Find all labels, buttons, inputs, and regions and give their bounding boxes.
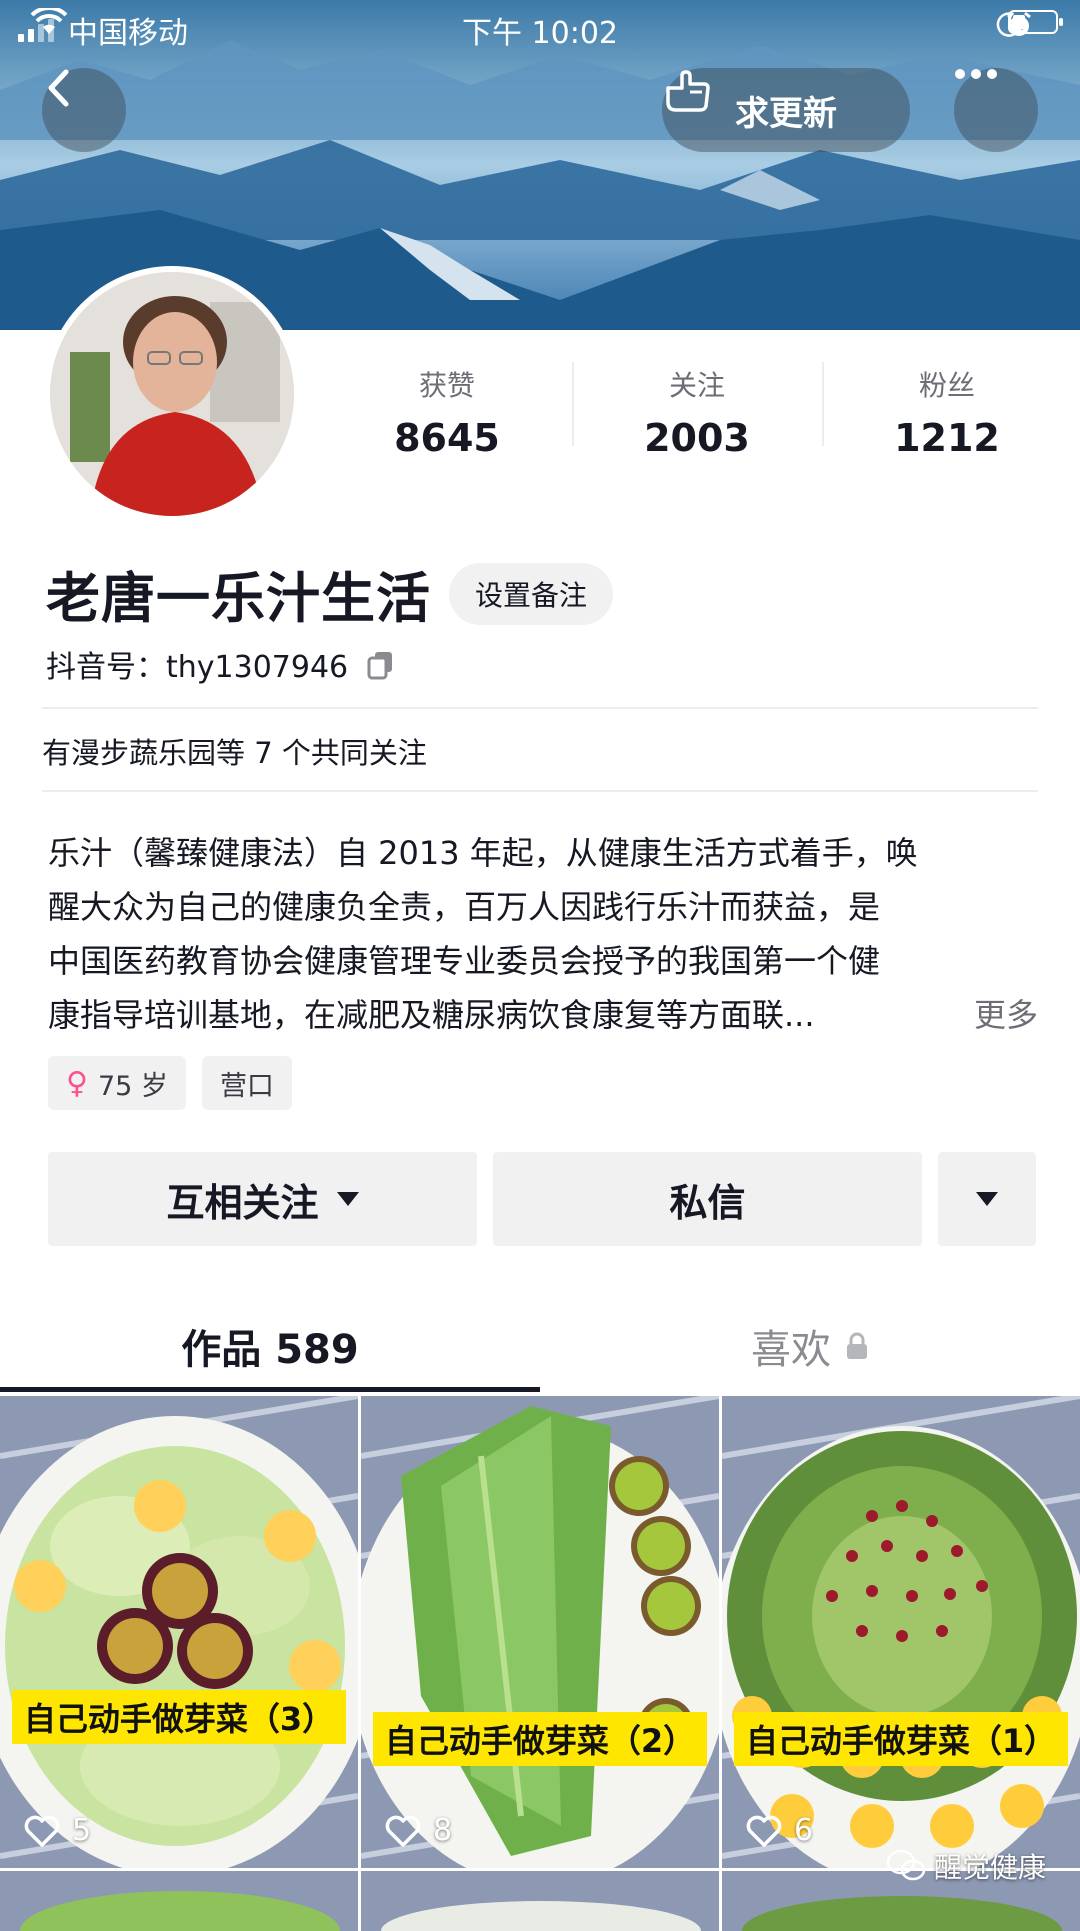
action-buttons: 互相关注 私信 (48, 1152, 1036, 1246)
age-label: 75 岁 (97, 1070, 168, 1102)
name-row: 老唐一乐汁生活 设置备注 (46, 554, 614, 633)
mutual-follow-label: 互相关注 (166, 1180, 319, 1225)
heart-icon (746, 1815, 782, 1847)
video-thumbnail-image (361, 1871, 719, 1931)
stat-followers-value: 1212 (894, 416, 1000, 460)
more-actions-button[interactable] (938, 1152, 1036, 1246)
bio-line: 醒大众为自己的健康负全责，百万人因践行乐汁而获益，是 (48, 888, 881, 926)
set-remark-button[interactable]: 设置备注 (449, 562, 614, 625)
active-tab-indicator (0, 1387, 540, 1392)
bio-line-last: 康指导培训基地，在减肥及糖尿病饮食康复等方面联... 更多 (48, 988, 1038, 1042)
avatar[interactable] (44, 266, 300, 522)
avatar-photo (50, 272, 294, 516)
stat-likes-label: 获赞 (418, 369, 475, 402)
video-likes-count: 8 (433, 1813, 453, 1848)
stat-followers-label: 粉丝 (918, 369, 975, 402)
stat-following-value: 2003 (644, 416, 750, 460)
bio-more-link[interactable]: 更多 (974, 988, 1038, 1042)
tab-works[interactable]: 作品 589 (0, 1300, 540, 1392)
video-thumbnail-image (0, 1871, 358, 1931)
female-icon: ♀ (66, 1065, 88, 1101)
video-thumbnail[interactable]: 自己动手做芽菜（1） 6 (722, 1396, 1080, 1868)
wechat-icon (886, 1849, 926, 1881)
location-tag: 营口 (201, 1056, 292, 1110)
stat-followers[interactable]: 粉丝 1212 (822, 360, 1072, 460)
mutual-follow-button[interactable]: 互相关注 (48, 1152, 477, 1246)
video-caption-text: 自己动手做芽菜（2） (372, 1712, 708, 1766)
video-thumbnail[interactable] (0, 1871, 358, 1931)
heart-icon (24, 1815, 60, 1847)
stat-following-label: 关注 (668, 369, 725, 402)
stat-following[interactable]: 关注 2003 (572, 360, 822, 460)
battery-icon (1008, 10, 1063, 34)
tab-works-label: 作品 589 (181, 1327, 359, 1373)
message-button[interactable]: 私信 (493, 1152, 922, 1246)
lock-icon (847, 1332, 867, 1359)
video-caption: 自己动手做芽菜（3） (0, 1690, 358, 1744)
video-likes: 5 (24, 1813, 91, 1848)
video-caption: 自己动手做芽菜（2） (361, 1712, 719, 1766)
pointing-hand-icon (666, 70, 710, 112)
video-likes: 8 (385, 1813, 452, 1848)
age-tag: ♀ 75 岁 (48, 1056, 186, 1110)
heart-icon (385, 1815, 421, 1847)
tab-likes-label: 喜欢 (751, 1327, 831, 1373)
douyin-id: 抖音号：thy1307946 (46, 650, 349, 685)
message-label: 私信 (669, 1180, 746, 1225)
divider (42, 707, 1038, 709)
stat-likes-value: 8645 (394, 416, 500, 460)
person-portrait-icon (50, 272, 294, 516)
lettuce-plate-image (0, 1396, 358, 1868)
copy-icon[interactable] (364, 647, 398, 681)
location-label: 营口 (219, 1070, 274, 1102)
video-thumbnail[interactable] (361, 1871, 719, 1931)
bio: 乐汁（馨臻健康法）自 2013 年起，从健康生活方式着手，唤 醒大众为自己的健康… (48, 826, 1038, 1042)
video-caption: 自己动手做芽菜（1） (722, 1712, 1080, 1766)
dropdown-arrow-icon (336, 1192, 359, 1206)
request-update-label: 求更新 (735, 93, 837, 134)
status-bar: 中国移动 下午 10:02 (0, 0, 1080, 54)
tab-likes[interactable]: 喜欢 (540, 1300, 1080, 1392)
douyin-id-row: 抖音号：thy1307946 (46, 642, 398, 686)
video-thumbnail[interactable]: 自己动手做芽菜（3） 5 (0, 1396, 358, 1868)
profile-tabs: 作品 589 喜欢 (0, 1300, 1080, 1392)
profile-name: 老唐一乐汁生活 (46, 567, 431, 630)
clock: 下午 10:02 (462, 16, 618, 51)
dropdown-arrow-icon (976, 1192, 998, 1206)
sprouts-plate-image (722, 1396, 1080, 1868)
video-likes-count: 6 (794, 1813, 814, 1848)
mutual-follow-text[interactable]: 有漫步蔬乐园等 7 个共同关注 (42, 730, 427, 772)
request-update-button[interactable]: 求更新 (662, 68, 910, 152)
video-caption-text: 自己动手做芽菜（3） (11, 1690, 347, 1744)
stat-likes[interactable]: 获赞 8645 (322, 360, 572, 460)
bio-line: 康指导培训基地，在减肥及糖尿病饮食康复等方面联... (48, 996, 815, 1034)
bio-line: 乐汁（馨臻健康法）自 2013 年起，从健康生活方式着手，唤 (48, 834, 918, 872)
video-caption-text: 自己动手做芽菜（1） (733, 1712, 1069, 1766)
bio-line: 中国医药教育协会健康管理专业委员会授予的我国第一个健 (48, 942, 881, 980)
profile-stats: 获赞 8645 关注 2003 粉丝 1212 (322, 360, 1072, 460)
video-likes: 6 (746, 1813, 813, 1848)
video-likes-count: 5 (72, 1813, 92, 1848)
status-right (994, 10, 1063, 37)
profile-tags: ♀ 75 岁 营口 (48, 1056, 292, 1110)
back-button[interactable] (42, 68, 126, 152)
watermark-text: 醒觉健康 (933, 1851, 1046, 1884)
chevron-left-icon (48, 69, 69, 107)
video-thumbnail[interactable]: 自己动手做芽菜（2） 8 (361, 1396, 719, 1868)
more-options-button[interactable] (954, 68, 1038, 152)
wechat-watermark: 醒觉健康 (886, 1846, 1046, 1886)
more-dots-icon (955, 69, 997, 79)
divider (42, 790, 1038, 792)
greens-plate-image (361, 1396, 719, 1868)
